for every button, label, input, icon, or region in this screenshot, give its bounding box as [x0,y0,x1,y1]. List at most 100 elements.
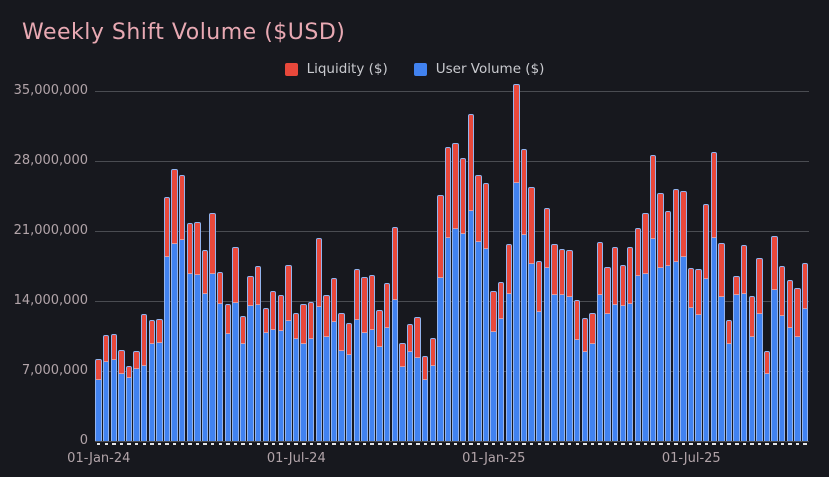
bar-liquidity-segment [734,277,739,295]
bar-liquidity-segment [301,305,306,344]
bar-week-57 [520,149,528,441]
x-axis-tick-mark [590,443,595,445]
bar-liquidity-segment [567,251,572,297]
bar-week-8 [148,320,155,441]
x-axis-tick-mark [400,443,405,445]
bar-liquidity-segment [96,360,101,380]
legend-item-user-volume[interactable]: User Volume ($) [413,61,545,77]
x-axis-tick-mark [241,443,245,445]
x-axis-tick-mark [248,443,253,445]
bar-week-78 [680,191,687,441]
bar-week-30 [315,238,323,441]
bar-week-46 [437,195,444,441]
bar-liquidity-segment [438,196,443,278]
x-axis-tick-mark [583,443,587,445]
x-axis-tick-label: 01-Jul-24 [266,451,326,466]
x-axis-tick-mark [203,443,207,445]
bar-week-51 [475,175,482,441]
bar-liquidity-segment [620,266,625,306]
bar-week-9 [156,319,163,441]
x-axis-tick-mark [347,443,352,445]
y-axis-tick-label: 28,000,000 [13,153,88,168]
x-axis-tick-mark [119,443,124,445]
user-volume-swatch-icon [413,62,427,76]
bar-liquidity-segment [772,237,777,290]
bar-week-77 [672,189,680,441]
bar-liquidity-segment [347,324,352,355]
bar-week-86 [741,245,748,441]
legend-item-liquidity[interactable]: Liquidity ($) [284,61,388,77]
x-axis-tick-mark [378,443,382,445]
bar-week-3 [110,334,117,441]
bar-liquidity-segment [650,156,656,239]
x-axis-tick-mark [674,443,678,445]
bar-liquidity-segment [529,188,534,264]
bar-liquidity-segment [688,269,694,308]
bar-week-66 [589,313,596,441]
bar-week-63 [566,250,573,441]
x-axis-tick-mark [150,443,154,445]
x-axis-tick-mark [256,443,260,445]
legend-label: Liquidity ($) [306,61,388,77]
bar-week-60 [543,208,550,441]
chart-title: Weekly Shift Volume ($USD) [22,20,346,45]
x-axis-tick-mark [431,443,435,445]
bar-liquidity-segment [202,251,208,294]
x-axis-tick-mark [408,443,412,445]
x-axis-tick-mark [96,443,101,445]
bar-liquidity-segment [339,314,344,351]
bar-week-25 [277,295,285,441]
bar-liquidity-segment [757,259,762,314]
x-axis-tick-mark [165,443,169,445]
bar-liquidity-segment [681,192,686,257]
bar-week-74 [649,155,657,441]
x-axis-tick-mark [704,443,709,445]
x-axis-tick-mark [666,443,671,445]
x-axis-tick-mark [340,443,344,445]
x-axis-tick-mark [461,443,466,445]
bar-liquidity-segment [597,243,603,295]
bar-week-26 [285,265,292,441]
x-axis-tick-mark [689,443,693,445]
bar-week-56 [513,84,520,441]
bar-liquidity-segment [780,267,785,316]
legend-label: User Volume ($) [435,61,545,77]
liquidity-swatch-icon [284,62,298,76]
bar-week-73 [642,213,649,441]
bar-week-75 [657,193,664,441]
bar-week-40 [391,227,399,441]
x-axis-tick-label: 01-Jan-24 [67,451,131,466]
bar-liquidity-segment [704,205,709,279]
bar-liquidity-segment [293,314,299,339]
x-axis-tick-mark [195,443,200,445]
bar-liquidity-segment [278,296,284,331]
bar-week-37 [368,275,376,441]
y-axis-tick-label: 21,000,000 [13,223,88,238]
bar-liquidity-segment [726,321,732,344]
bar-liquidity-segment [574,301,580,340]
bar-liquidity-segment [673,190,678,262]
bar-liquidity-segment [104,336,109,362]
bar-liquidity-segment [149,321,154,344]
x-axis-tick-mark [157,443,162,445]
bar-week-16 [209,213,216,441]
x-axis-tick-mark [127,443,131,445]
x-axis-tick-mark [552,443,557,445]
bar-liquidity-segment [461,159,466,234]
bar-liquidity-segment [423,357,428,380]
x-axis-tick-mark [537,443,542,445]
bar-liquidity-segment [612,248,618,305]
bar-liquidity-segment [764,352,770,374]
x-axis-tick-mark [803,443,807,445]
bar-liquidity-segment [233,248,238,303]
x-axis-tick-mark [188,443,192,445]
x-axis-tick-mark [765,443,769,445]
x-axis-tick-mark [416,443,420,445]
x-axis-tick-mark [788,443,792,445]
x-axis-tick-mark [446,443,450,445]
x-axis-tick-mark [210,443,215,445]
bar-week-50 [467,114,474,441]
bar-liquidity-segment [407,325,413,352]
x-axis-tick-mark [264,443,268,445]
x-axis-tick-mark [332,443,336,445]
